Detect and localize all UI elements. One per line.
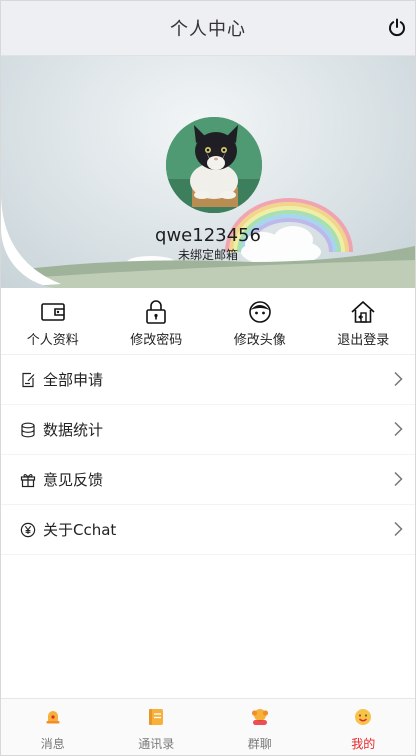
group-icon [251,709,268,725]
action-label: 修改密码 [130,333,183,348]
chevron-right-icon [394,521,403,537]
home-exit-icon [351,301,375,323]
tab-contacts[interactable]: 通讯录 [105,699,209,755]
profile-banner: qwe123456 未绑定邮箱 [1,56,415,288]
menu-item-feedback[interactable]: 意见反馈 [1,455,415,505]
username: qwe123456 [155,225,261,246]
menu-item-all-applications[interactable]: 全部申请 [1,355,415,405]
menu-label: 数据统计 [43,421,104,439]
tab-label: 通讯录 [138,737,175,751]
tab-label: 群聊 [247,737,272,751]
tab-group-chat[interactable]: 群聊 [208,699,312,755]
email-status: 未绑定邮箱 [177,248,238,262]
bell-icon [46,711,60,724]
menu-item-about[interactable]: 关于Cchat [1,505,415,555]
menu-item-data-statistics[interactable]: 数据统计 [1,405,415,455]
face-icon [248,301,271,323]
menu-label: 意见反馈 [43,471,104,489]
app-frame: 个人中心 qwe123456 未绑定邮箱 个人资料 修改密码 修改头像 退出登录… [0,0,416,756]
header: 个人中心 [1,1,415,56]
avatar[interactable] [166,117,262,213]
menu-label: 全部申请 [43,371,104,389]
bottom-tab-bar: 消息 通讯录 群聊 我的 [1,698,415,755]
menu-label: 关于Cchat [43,521,117,539]
cat-avatar-image [166,117,262,213]
tab-me[interactable]: 我的 [312,699,416,755]
action-label: 修改头像 [233,333,286,348]
me-icon [355,709,372,725]
action-label: 退出登录 [337,333,390,348]
action-logout[interactable]: 退出登录 [312,299,416,354]
chevron-right-icon [394,421,403,437]
menu-list: 全部申请 数据统计 意见反馈 关于Cchat [1,355,415,555]
power-icon[interactable] [387,18,407,38]
gift-icon [20,473,36,487]
lock-icon [146,300,167,324]
chevron-right-icon [394,371,403,387]
chevron-right-icon [394,471,403,487]
tab-label: 我的 [351,737,376,751]
page-title: 个人中心 [170,19,246,40]
tab-label: 消息 [40,737,65,751]
edit-doc-icon [22,372,35,387]
action-change-avatar[interactable]: 修改头像 [208,299,312,354]
yen-circle-icon [20,522,36,537]
database-icon [21,422,35,437]
action-label: 个人资料 [26,333,79,348]
quick-actions: 个人资料 修改密码 修改头像 退出登录 [1,299,415,355]
tab-messages[interactable]: 消息 [1,699,105,755]
wallet-icon [40,303,65,321]
contacts-icon [149,709,164,725]
action-profile[interactable]: 个人资料 [1,299,105,354]
action-change-password[interactable]: 修改密码 [105,299,209,354]
